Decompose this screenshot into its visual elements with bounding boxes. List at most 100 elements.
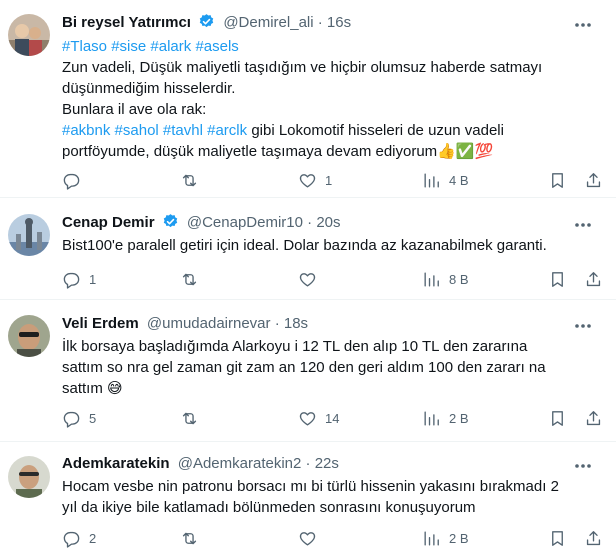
verified-badge-icon xyxy=(198,13,215,36)
repost-icon xyxy=(182,412,197,424)
bookmark-icon xyxy=(552,530,563,546)
tweet-header: Bi reysel Yatırımcı @Demirel_ali · 16s xyxy=(62,13,351,36)
text-line: #akbnk #sahol #tavhl #arclk gibi Lokomot… xyxy=(62,120,602,141)
author-handle[interactable]: @umudadairnevar xyxy=(147,315,271,332)
like-icon xyxy=(299,531,316,546)
text-line: Hocam vesbe nin patronu borsacı mı bi tü… xyxy=(62,478,559,495)
tweet-time[interactable]: 18s xyxy=(284,315,308,332)
text-line: Bunlara il ave ola rak: xyxy=(62,101,207,118)
author-name[interactable]: Cenap Demir xyxy=(62,214,155,231)
repost-button[interactable] xyxy=(180,407,207,429)
bookmark-button[interactable] xyxy=(548,407,567,429)
tweet-header: Veli Erdem @umudadairnevar · 18s xyxy=(62,314,308,334)
views-icon xyxy=(424,172,439,188)
tweet-3[interactable]: Veli Erdem @umudadairnevar · 18s İlk bor… xyxy=(0,300,616,442)
hashtag-link[interactable]: #akbnk xyxy=(62,122,110,139)
share-button[interactable] xyxy=(584,527,603,549)
hashtag-link[interactable]: #tavhl xyxy=(163,122,203,139)
text-line: İlk borsaya başladığımda Alarkoyu i 12 T… xyxy=(62,338,528,355)
author-handle[interactable]: @Ademkaratekin2 xyxy=(178,455,302,472)
share-button[interactable] xyxy=(584,169,603,191)
hashtag-link[interactable]: #alark xyxy=(150,38,191,55)
author-handle[interactable]: @Demirel_ali xyxy=(223,14,313,31)
more-icon[interactable] xyxy=(574,16,592,32)
like-button[interactable] xyxy=(298,527,325,549)
avatar[interactable] xyxy=(8,456,50,498)
tweet-time[interactable]: 16s xyxy=(327,14,351,31)
tweet-1[interactable]: Bi reysel Yatırımcı @Demirel_ali · 16s #… xyxy=(0,0,616,198)
share-icon xyxy=(586,410,601,425)
tweet-text: Hocam vesbe nin patronu borsacı mı bi tü… xyxy=(62,476,602,518)
reply-count: 2 xyxy=(89,530,97,546)
text-line: düşünmediğim hisselerdir. xyxy=(62,80,236,97)
more-icon[interactable] xyxy=(574,457,592,473)
text-fragment: sattım xyxy=(62,380,103,397)
like-count: 14 xyxy=(325,410,340,426)
reply-icon xyxy=(63,272,80,289)
author-name[interactable]: Ademkaratekin xyxy=(62,455,170,472)
author-name[interactable]: Veli Erdem xyxy=(62,315,139,332)
text-line: sattım 😅 xyxy=(62,378,602,399)
bookmark-button[interactable] xyxy=(548,527,567,549)
hashtag-link[interactable]: #sise xyxy=(111,38,146,55)
more-icon[interactable] xyxy=(574,317,592,333)
hashtag-link[interactable]: #sahol xyxy=(115,122,159,139)
repost-button[interactable] xyxy=(180,169,207,191)
bookmark-button[interactable] xyxy=(548,268,567,290)
tweet-text: Bist100'e paralell getiri için ideal. Do… xyxy=(62,235,602,256)
bookmark-button[interactable] xyxy=(548,169,567,191)
views-icon xyxy=(424,530,439,546)
bookmark-icon xyxy=(552,271,563,287)
more-icon[interactable] xyxy=(574,216,592,232)
text-line: Zun vadeli, Düşük maliyetli taşıdığım ve… xyxy=(62,59,543,76)
avatar[interactable] xyxy=(8,214,50,256)
reply-button[interactable]: 2 xyxy=(62,527,96,549)
hashtag-link[interactable]: #arclk xyxy=(207,122,247,139)
avatar[interactable] xyxy=(8,14,50,56)
author-name[interactable]: Bi reysel Yatırımcı xyxy=(62,14,191,31)
share-button[interactable] xyxy=(584,407,603,429)
bookmark-icon xyxy=(552,410,563,426)
views-button[interactable]: 2 B xyxy=(422,407,469,429)
text-line: yıl da ikiye bile katlamadı bölünmeden s… xyxy=(62,499,476,516)
views-button[interactable]: 8 B xyxy=(422,268,469,290)
tweet-time[interactable]: 20s xyxy=(316,214,340,231)
repost-button[interactable] xyxy=(180,527,207,549)
tweet-4[interactable]: Ademkaratekin @Ademkaratekin2 · 22s Hoca… xyxy=(0,442,616,556)
tweet-2[interactable]: Cenap Demir @CenapDemir10 · 20s Bist100'… xyxy=(0,198,616,300)
repost-icon xyxy=(182,174,197,186)
separator-dot: · xyxy=(317,14,323,31)
views-count: 2 B xyxy=(449,530,469,546)
emoji: 😅 xyxy=(107,380,123,397)
hashtag-link[interactable]: #asels xyxy=(195,38,238,55)
tweet-time[interactable]: 22s xyxy=(315,455,339,472)
reply-button[interactable]: 1 xyxy=(62,268,96,290)
reply-count: 1 xyxy=(89,271,97,287)
text-fragment: portföyumde, düşük maliyetle taşımaya de… xyxy=(62,143,438,160)
tweet-text: İlk borsaya başladığımda Alarkoyu i 12 T… xyxy=(62,336,602,399)
like-button[interactable]: 1 xyxy=(298,169,332,191)
repost-button[interactable] xyxy=(180,268,207,290)
separator-dot: · xyxy=(305,455,311,472)
share-button[interactable] xyxy=(584,268,603,290)
views-icon xyxy=(424,410,439,426)
author-handle[interactable]: @CenapDemir10 xyxy=(187,214,303,231)
action-bar: 1 4 B xyxy=(62,169,602,191)
tweet-header: Ademkaratekin @Ademkaratekin2 · 22s xyxy=(62,454,339,474)
hashtag-link[interactable]: #Tlaso xyxy=(62,38,107,55)
reply-icon xyxy=(63,173,80,190)
like-button[interactable] xyxy=(298,268,325,290)
like-button[interactable]: 14 xyxy=(298,407,339,429)
views-button[interactable]: 4 B xyxy=(422,169,469,191)
text-line: portföyumde, düşük maliyetle taşımaya de… xyxy=(62,141,602,162)
hashtag-line: #Tlaso #sise #alark #asels xyxy=(62,36,602,57)
reply-count: 5 xyxy=(89,410,97,426)
reply-button[interactable] xyxy=(62,169,89,191)
avatar[interactable] xyxy=(8,315,50,357)
tweet-header: Cenap Demir @CenapDemir10 · 20s xyxy=(62,213,341,236)
like-icon xyxy=(299,272,316,287)
views-button[interactable]: 2 B xyxy=(422,527,469,549)
text-fragment: gibi Lokomotif hisseleri de uzun vadeli xyxy=(251,122,504,139)
reply-button[interactable]: 5 xyxy=(62,407,96,429)
tweet-text: #Tlaso #sise #alark #asels Zun vadeli, D… xyxy=(62,36,602,162)
